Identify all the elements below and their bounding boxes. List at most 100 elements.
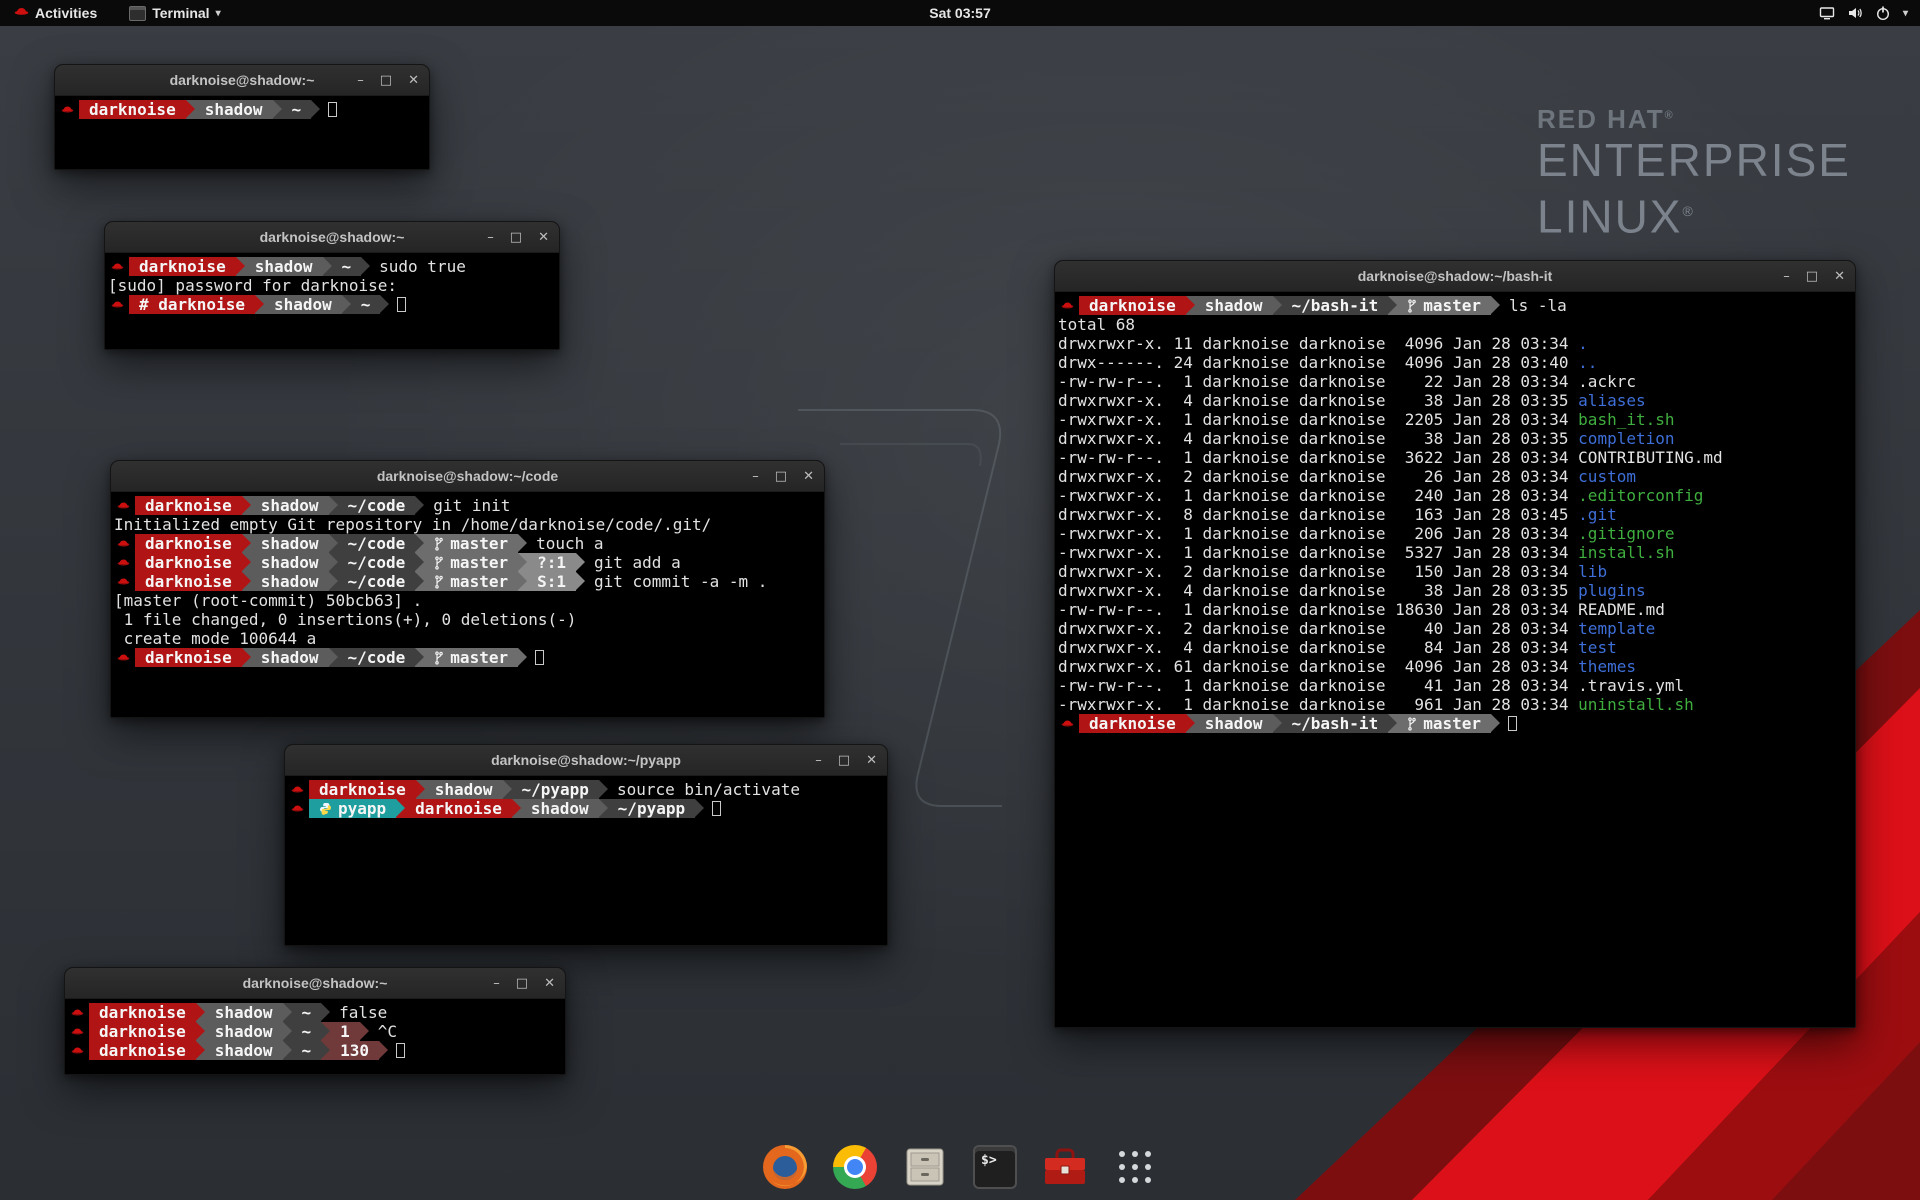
- terminal-cursor: [535, 650, 544, 665]
- dock-files-icon[interactable]: [898, 1140, 952, 1194]
- terminal-window-exit-codes: darknoise@shadow:~–□✕darknoiseshadow~fal…: [64, 967, 566, 1075]
- window-titlebar[interactable]: darknoise@shadow:~/bash-it–□✕: [1055, 261, 1855, 292]
- prompt-segment: ~: [292, 1022, 322, 1041]
- output-text: drwxrwxr-x. 4 darknoise darknoise 38 Jan…: [1058, 581, 1578, 600]
- activities-button[interactable]: Activities: [8, 0, 103, 26]
- dock: $>: [0, 1140, 1920, 1194]
- redhat-prompt-icon: [114, 496, 135, 515]
- output-text: completion: [1578, 429, 1674, 448]
- close-button[interactable]: ✕: [408, 74, 419, 87]
- powerline-separator-icon: [599, 799, 608, 818]
- window-title: darknoise@shadow:~/pyapp: [285, 752, 887, 768]
- dock-terminal-icon[interactable]: $>: [968, 1140, 1022, 1194]
- power-icon[interactable]: [1875, 5, 1891, 21]
- terminal-body[interactable]: darknoiseshadow~: [55, 96, 429, 169]
- output-line: create mode 100644 a: [114, 629, 822, 648]
- powerline-separator-icon: [283, 1041, 292, 1060]
- close-button[interactable]: ✕: [538, 231, 549, 244]
- output-text: -rw-rw-r--. 1 darknoise darknoise 18630 …: [1058, 600, 1665, 619]
- output-text: install.sh: [1578, 543, 1674, 562]
- close-button[interactable]: ✕: [544, 977, 555, 990]
- redhat-prompt-icon: [1058, 714, 1079, 733]
- window-titlebar[interactable]: darknoise@shadow:~–□✕: [55, 65, 429, 96]
- output-text: lib: [1578, 562, 1607, 581]
- redhat-prompt-icon: [114, 572, 135, 591]
- powerline-separator-icon: [273, 100, 282, 119]
- output-line: drwxrwxr-x. 61 darknoise darknoise 4096 …: [1058, 657, 1853, 676]
- maximize-button[interactable]: □: [1806, 270, 1818, 283]
- prompt-segment: master: [1397, 296, 1491, 315]
- powerline-separator-icon: [503, 780, 512, 799]
- window-titlebar[interactable]: darknoise@shadow:~– □ ✕: [65, 968, 565, 999]
- minimize-button[interactable]: –: [357, 74, 364, 87]
- maximize-button[interactable]: □: [516, 977, 528, 990]
- output-text: .editorconfig: [1578, 486, 1703, 505]
- dock-app-grid-icon[interactable]: [1108, 1140, 1162, 1194]
- maximize-button[interactable]: □: [775, 470, 787, 483]
- output-text: test: [1578, 638, 1617, 657]
- maximize-button[interactable]: □: [838, 754, 850, 767]
- output-line: -rwxrwxr-x. 1 darknoise darknoise 2205 J…: [1058, 410, 1853, 429]
- minimize-button[interactable]: –: [1783, 270, 1790, 283]
- prompt-segment: S:1: [527, 572, 576, 591]
- prompt-segment: master: [424, 534, 518, 553]
- volume-icon[interactable]: [1847, 5, 1863, 21]
- powerline-separator-icon: [323, 257, 332, 276]
- prompt-segment: darknoise: [135, 572, 242, 591]
- output-text: plugins: [1578, 581, 1645, 600]
- clock[interactable]: Sat 03:57: [0, 5, 1920, 21]
- terminal-body[interactable]: darknoiseshadow~falsedarknoiseshadow~1^C…: [65, 999, 565, 1074]
- maximize-button[interactable]: □: [380, 74, 392, 87]
- close-button[interactable]: ✕: [1834, 270, 1845, 283]
- terminal-body[interactable]: darknoiseshadow~/bash-itmasterls -latota…: [1055, 292, 1855, 1027]
- output-line: [master (root-commit) 50bcb63] .: [114, 591, 822, 610]
- prompt-line: darknoiseshadow~/codemaster?:1git add a: [114, 553, 822, 572]
- terminal-cursor: [712, 801, 721, 816]
- terminal-body[interactable]: darknoiseshadow~/codegit initInitialized…: [111, 492, 824, 717]
- output-line: drwxrwxr-x. 2 darknoise darknoise 26 Jan…: [1058, 467, 1853, 486]
- prompt-segment: shadow: [195, 100, 273, 119]
- prompt-segment: shadow: [425, 780, 503, 799]
- prompt-line: darknoiseshadow~/bash-itmaster: [1058, 714, 1853, 733]
- powerline-separator-icon: [255, 295, 264, 314]
- powerline-separator-icon: [518, 648, 527, 667]
- app-menu-terminal[interactable]: Terminal ▾: [123, 0, 226, 26]
- powerline-separator-icon: [321, 1003, 330, 1022]
- prompt-segment: shadow: [1195, 714, 1273, 733]
- prompt-segment: darknoise: [1079, 296, 1186, 315]
- prompt-segment: darknoise: [89, 1003, 196, 1022]
- minimize-button[interactable]: –: [752, 470, 759, 483]
- close-button[interactable]: ✕: [866, 754, 877, 767]
- chevron-down-icon[interactable]: ▾: [1903, 8, 1908, 19]
- minimize-button[interactable]: –: [487, 231, 494, 244]
- window-titlebar[interactable]: darknoise@shadow:~–□✕: [105, 222, 559, 253]
- powerline-separator-icon: [283, 1022, 292, 1041]
- dock-chrome-icon[interactable]: [828, 1140, 882, 1194]
- git-branch-icon: [1407, 299, 1417, 313]
- prompt-segment: shadow: [264, 295, 342, 314]
- powerline-separator-icon: [1388, 296, 1397, 315]
- minimize-button[interactable]: –: [815, 754, 822, 767]
- command-text: git commit -a -m .: [585, 572, 767, 591]
- close-button[interactable]: ✕: [803, 470, 814, 483]
- prompt-segment: shadow: [251, 496, 329, 515]
- output-text: -rwxrwxr-x. 1 darknoise darknoise 240 Ja…: [1058, 486, 1578, 505]
- terminal-body[interactable]: darknoiseshadow~/pyappsource bin/activat…: [285, 776, 887, 945]
- dock-toolbox-icon[interactable]: [1038, 1140, 1092, 1194]
- powerline-separator-icon: [342, 295, 351, 314]
- minimize-button[interactable]: –: [493, 977, 500, 990]
- prompt-segment: master: [424, 572, 518, 591]
- command-text: false: [330, 1003, 387, 1022]
- window-titlebar[interactable]: darknoise@shadow:~/code–□✕: [111, 461, 824, 492]
- maximize-button[interactable]: □: [510, 231, 522, 244]
- powerline-separator-icon: [415, 553, 424, 572]
- output-text: .: [1578, 334, 1588, 353]
- terminal-app-icon: [129, 6, 146, 21]
- redhat-prompt-icon: [68, 1003, 89, 1022]
- window-title: darknoise@shadow:~: [65, 975, 565, 991]
- terminal-body[interactable]: darknoiseshadow~sudo true[sudo] password…: [105, 253, 559, 349]
- display-icon[interactable]: [1819, 5, 1835, 21]
- prompt-segment: ~: [351, 295, 381, 314]
- dock-firefox-icon[interactable]: [758, 1140, 812, 1194]
- window-titlebar[interactable]: darknoise@shadow:~/pyapp– □ ✕: [285, 745, 887, 776]
